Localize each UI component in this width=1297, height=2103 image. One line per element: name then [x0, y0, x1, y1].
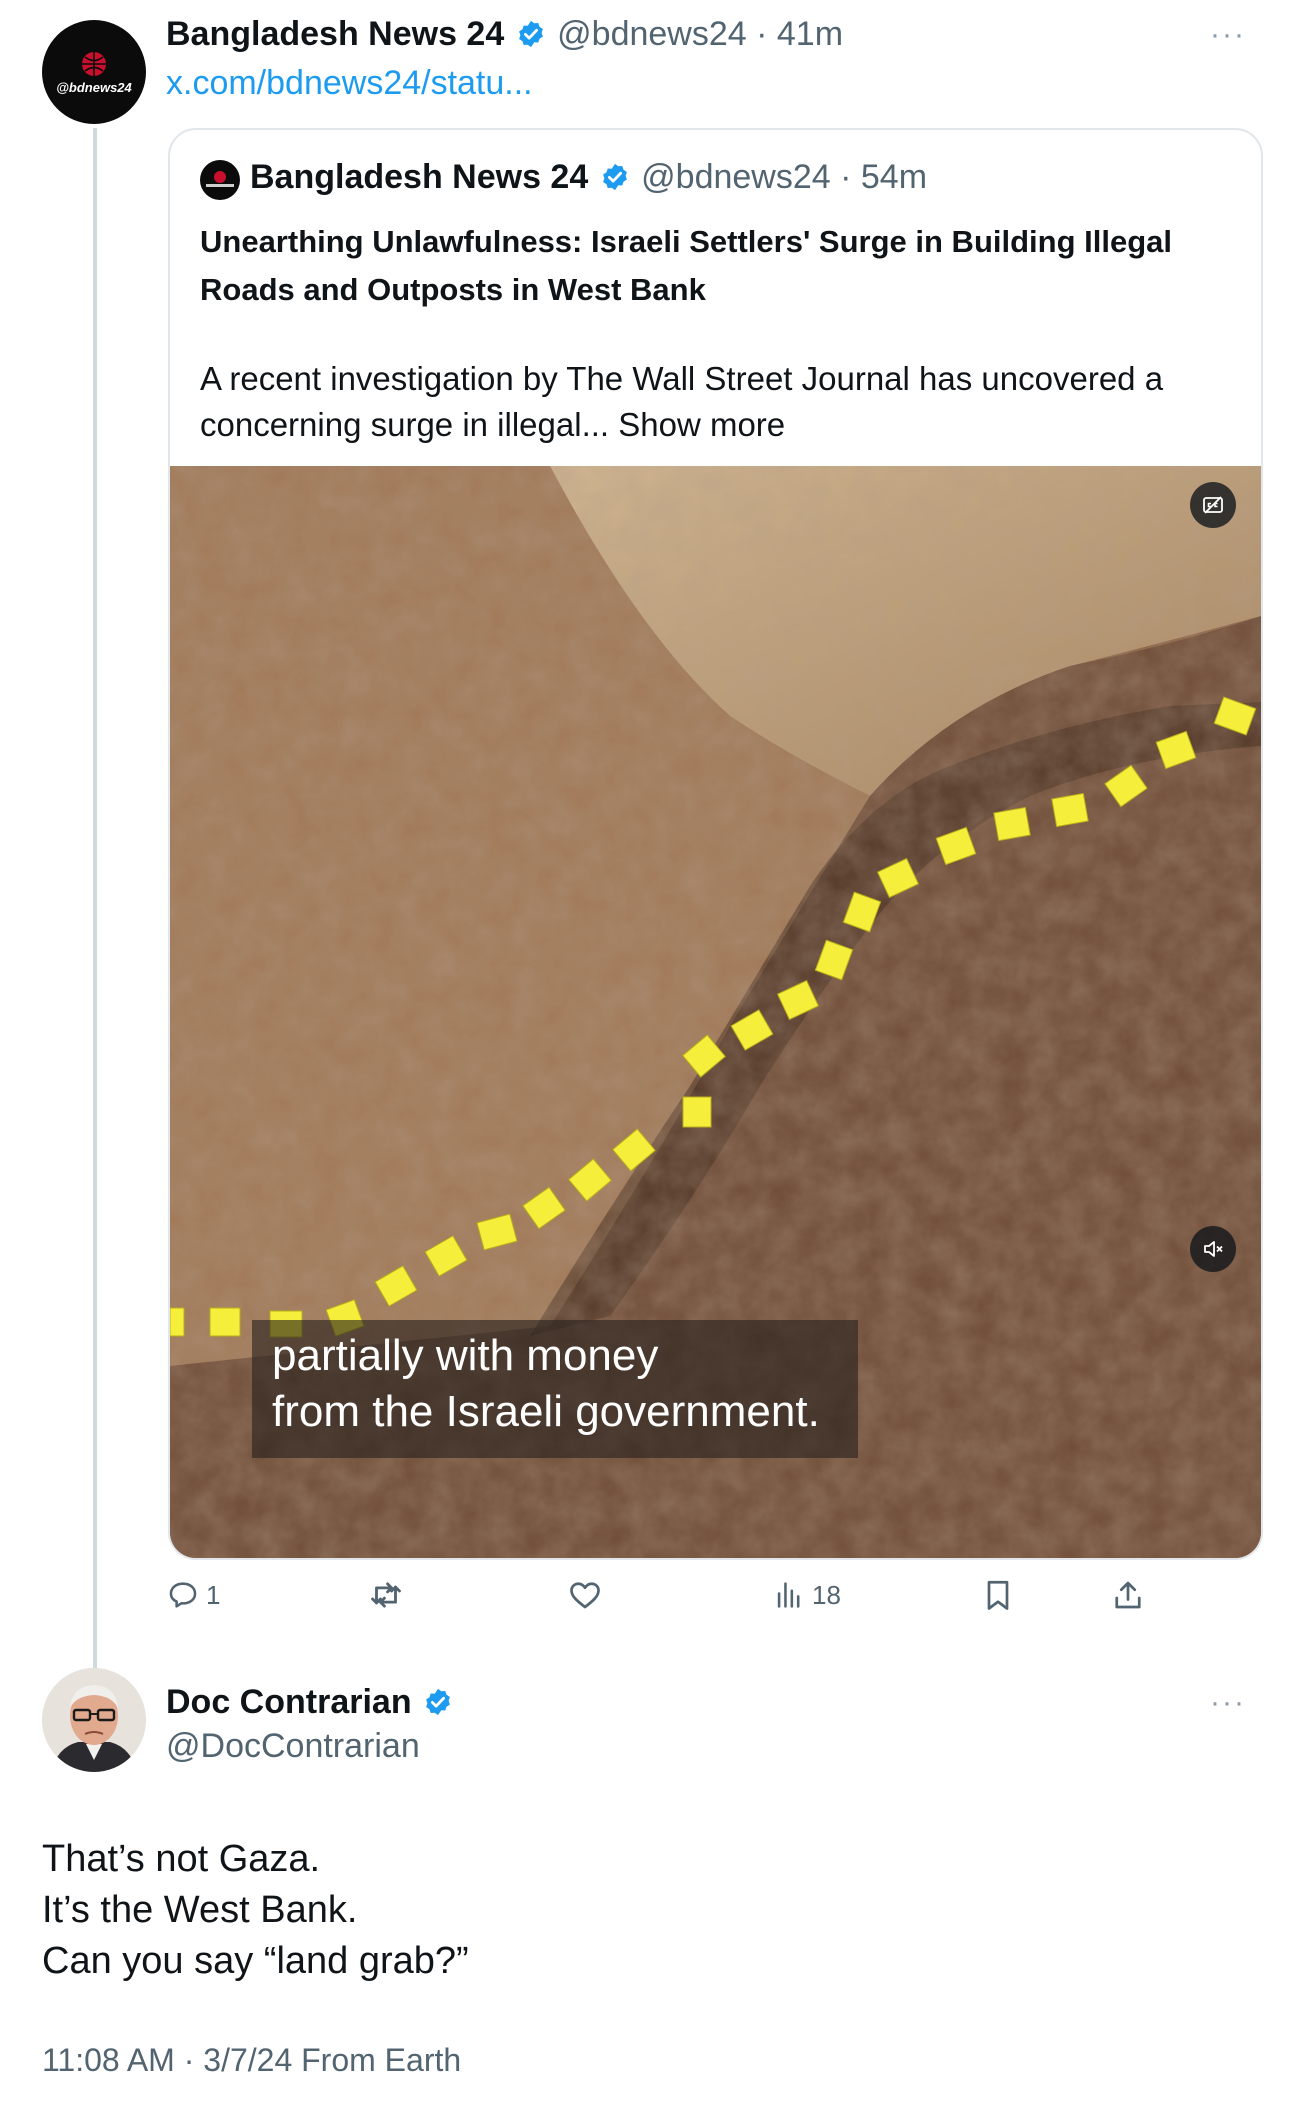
captions-icon[interactable]: [1190, 482, 1236, 528]
retweet-header: Bangladesh News 24 @bdnews24 · 41m: [166, 12, 843, 56]
author-handle-time: @bdnews24 · 41m: [557, 15, 844, 53]
quoted-headline-line2: Roads and Outposts in West Bank: [200, 272, 706, 307]
verified-badge-icon: [518, 20, 543, 48]
video-caption-line1: partially with money: [272, 1331, 659, 1380]
muted-speaker-icon[interactable]: [1190, 1226, 1236, 1272]
avatar-wordmark: @bdnews24: [56, 80, 132, 95]
reply-text-line2: It’s the West Bank.: [42, 1889, 358, 1931]
bdnews24-avatar[interactable]: @bdnews24: [42, 20, 146, 124]
video-player[interactable]: partially with money from the Israeli go…: [170, 466, 1261, 1558]
bookmark-icon: [987, 1580, 1009, 1610]
repost-icon: [371, 1582, 401, 1608]
verified-badge-icon: [426, 1688, 450, 1716]
reply-timestamp: 11:08 AM · 3/7/24 From Earth: [42, 2042, 462, 2078]
reply-author-handle: @DocContrarian: [166, 1727, 420, 1765]
quoted-author-name: Bangladesh News 24: [250, 158, 589, 196]
quoted-avatar[interactable]: [200, 160, 240, 200]
repost-button[interactable]: [367, 1570, 405, 1620]
quoted-header: Bangladesh News 24 @bdnews24 · 54m: [250, 154, 927, 200]
heart-icon: [570, 1582, 600, 1609]
reply-bubble-icon: [169, 1582, 197, 1608]
more-options-icon[interactable]: ···: [1210, 20, 1246, 50]
views-count: 18: [812, 1579, 841, 1610]
bar-chart-icon: [777, 1582, 800, 1608]
quoted-headline-line1: Unearthing Unlawfulness: Israeli Settler…: [200, 224, 1173, 259]
status-link[interactable]: x.com/bdnews24/statu...: [166, 64, 533, 103]
doccontrarian-avatar[interactable]: [42, 1668, 146, 1772]
author-name[interactable]: Bangladesh News 24: [166, 15, 504, 53]
reply-count: 1: [206, 1579, 221, 1610]
reply-author-name[interactable]: Doc Contrarian: [166, 1683, 412, 1721]
video-caption-line2: from the Israeli government.: [272, 1387, 820, 1436]
quoted-tweet-card[interactable]: Bangladesh News 24 @bdnews24 · 54m Unear…: [168, 128, 1263, 1560]
quoted-handle-time: @bdnews24 · 54m: [641, 158, 928, 196]
thread-connector-line: [93, 128, 97, 1668]
views-button[interactable]: 18: [772, 1570, 841, 1620]
more-options-icon[interactable]: ···: [1210, 1688, 1246, 1718]
reply-text-line1: That’s not Gaza.: [42, 1838, 321, 1880]
like-button[interactable]: [567, 1570, 603, 1620]
show-more-link[interactable]: Show more: [618, 406, 785, 443]
share-icon: [1115, 1581, 1141, 1609]
verified-badge-icon: [602, 163, 627, 191]
reply-text-line3: Can you say “land grab?”: [42, 1940, 469, 1982]
quoted-body-truncated: concerning surge in illegal...: [200, 406, 610, 443]
reply-button[interactable]: 1: [166, 1570, 220, 1620]
reply-author-row: Doc Contrarian: [166, 1680, 453, 1724]
video-caption-box: partially with money from the Israeli go…: [252, 1320, 858, 1458]
share-button[interactable]: [1110, 1570, 1146, 1620]
quoted-body-line1: A recent investigation by The Wall Stree…: [200, 360, 1164, 397]
bookmark-button[interactable]: [980, 1570, 1016, 1620]
quoted-body-line2: concerning surge in illegal... Show more: [200, 402, 785, 448]
